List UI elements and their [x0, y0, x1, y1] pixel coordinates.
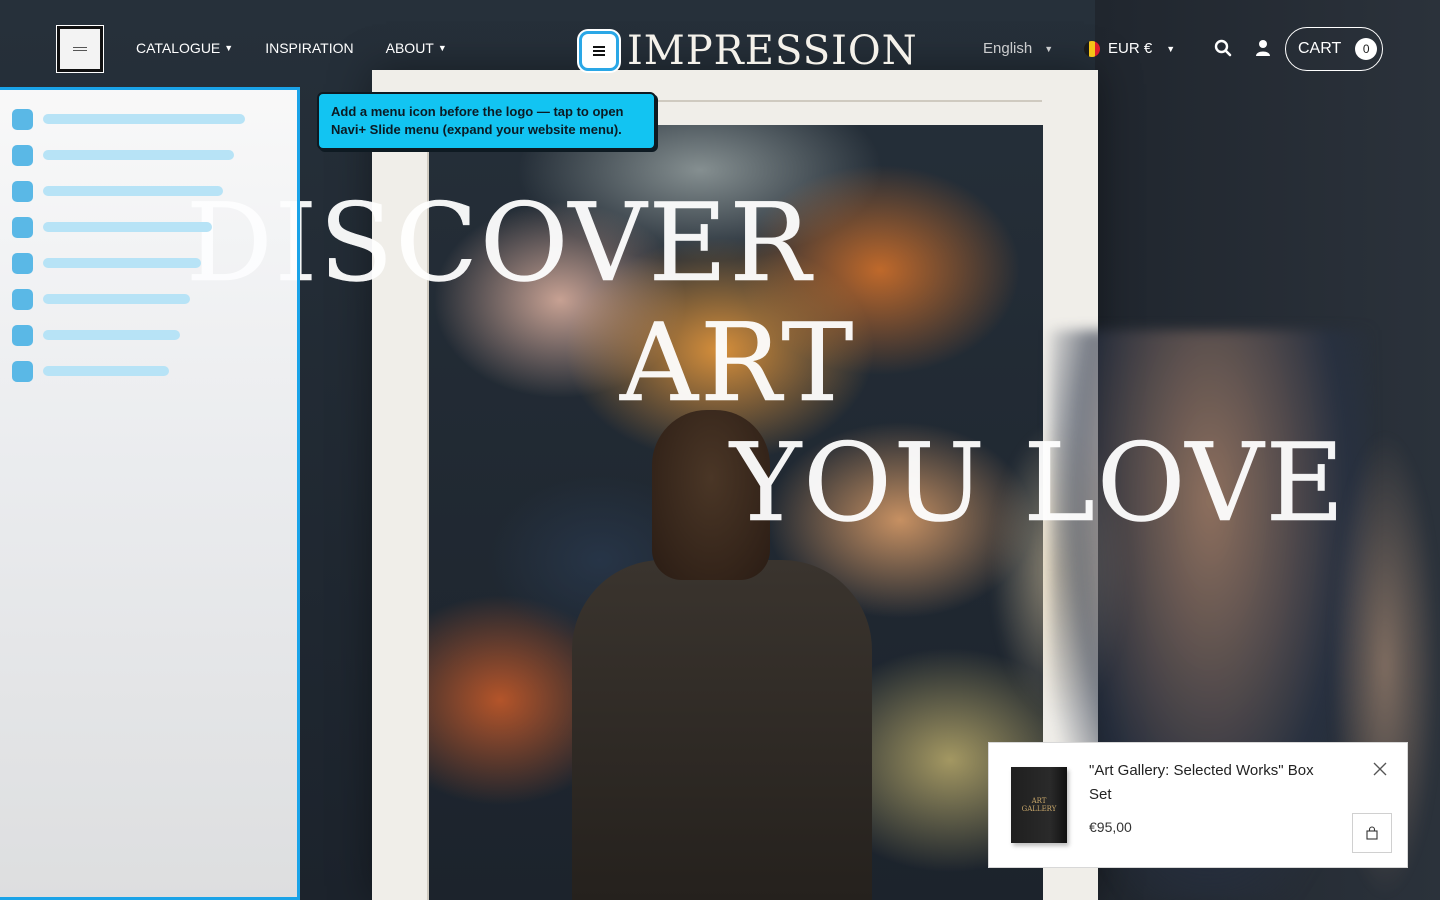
menu-item-icon [12, 324, 33, 346]
nav-inspiration[interactable]: INSPIRATION [265, 40, 353, 56]
nav-about[interactable]: ABOUT ▼ [386, 40, 447, 56]
slide-menu-item[interactable] [12, 144, 234, 166]
menu-item-icon [12, 108, 33, 130]
slide-menu-item[interactable] [12, 252, 201, 274]
menu-item-icon [12, 252, 33, 274]
slide-menu-button[interactable] [56, 25, 104, 73]
slide-menu-item[interactable] [12, 288, 190, 310]
slide-menu-item[interactable] [12, 108, 245, 130]
caret-down-icon: ▼ [437, 43, 447, 53]
site-logo[interactable]: IMPRESSION [579, 28, 918, 74]
menu-item-icon [12, 360, 33, 382]
language-selector[interactable]: English ▼ [983, 40, 1053, 57]
caret-down-icon: ▼ [1044, 43, 1054, 54]
slide-menu-item[interactable] [12, 360, 169, 382]
slide-menu-item[interactable] [12, 324, 180, 346]
user-icon[interactable] [1253, 38, 1273, 58]
menu-icon [60, 29, 100, 69]
caret-down-icon: ▼ [1166, 43, 1176, 54]
menu-item-icon [12, 288, 33, 310]
slide-menu-item[interactable] [12, 180, 223, 202]
site-header: CATALOGUE ▼ INSPIRATION ABOUT ▼ IMPRESSI… [0, 0, 1440, 96]
cart-button[interactable]: CART 0 [1285, 27, 1383, 71]
close-icon[interactable] [1372, 761, 1388, 777]
nav-catalogue[interactable]: CATALOGUE ▼ [136, 40, 233, 56]
slide-menu-item[interactable] [12, 216, 212, 238]
product-popup[interactable]: ART GALLERY "Art Gallery: Selected Works… [988, 742, 1408, 868]
currency-selector[interactable]: EUR € ▼ [1084, 40, 1175, 57]
menu-item-icon [12, 180, 33, 202]
caret-down-icon: ▼ [224, 43, 234, 53]
bag-icon[interactable] [1352, 813, 1392, 853]
belgium-flag-icon [1084, 40, 1100, 57]
woman-viewing-painting [572, 410, 872, 900]
search-icon[interactable] [1213, 38, 1233, 58]
onboarding-tooltip: Add a menu icon before the logo — tap to… [317, 92, 656, 150]
logo-text: IMPRESSION [627, 28, 918, 74]
product-thumbnail[interactable]: ART GALLERY [1011, 767, 1067, 843]
slide-menu-panel[interactable] [0, 87, 300, 900]
menu-item-icon [12, 144, 33, 166]
menu-icon[interactable] [579, 31, 619, 71]
product-title[interactable]: "Art Gallery: Selected Works" Box Set [1089, 759, 1339, 807]
product-price: €95,00 [1089, 819, 1132, 835]
main-nav: CATALOGUE ▼ INSPIRATION ABOUT ▼ [136, 40, 479, 56]
menu-item-icon [12, 216, 33, 238]
cart-count-badge: 0 [1355, 38, 1378, 60]
